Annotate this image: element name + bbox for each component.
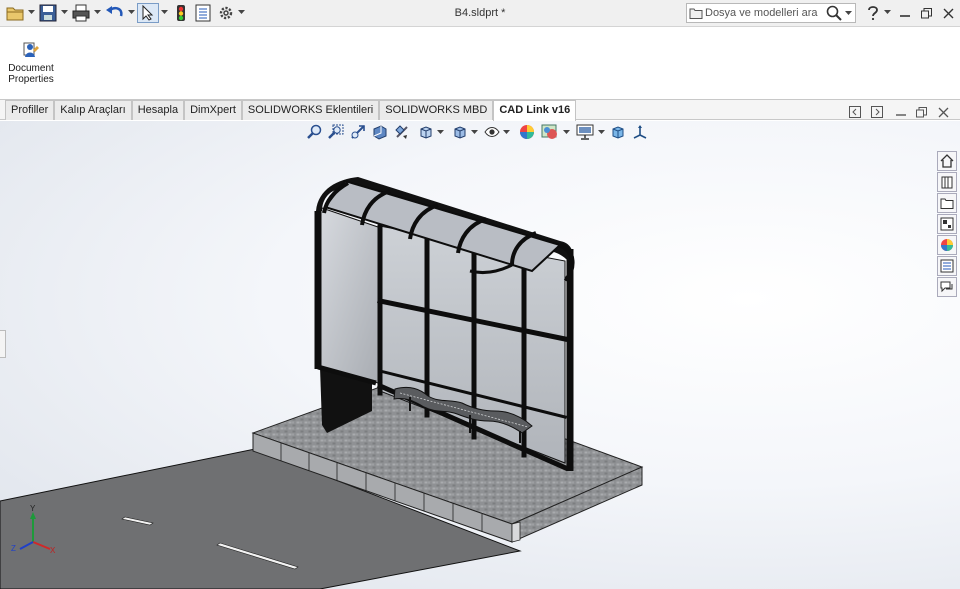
chevron-down-icon[interactable] — [884, 9, 891, 15]
new-document-icon[interactable] — [4, 3, 26, 23]
command-manager-tabs: Profiller Kalıp Araçları Hesapla DimXper… — [0, 100, 960, 121]
restore-window-icon[interactable] — [917, 4, 935, 22]
tile-right-icon[interactable] — [870, 105, 884, 119]
restore-document-icon[interactable] — [914, 105, 928, 119]
chevron-down-icon[interactable] — [28, 9, 35, 15]
print-icon[interactable] — [71, 3, 91, 23]
tab-kalip-araclari[interactable]: Kalıp Araçları — [54, 100, 132, 120]
chevron-down-icon[interactable] — [94, 9, 101, 15]
solidworks-resources-icon[interactable] — [937, 151, 957, 171]
help-icon[interactable] — [864, 4, 882, 22]
model-scene: Y X Z — [0, 177, 644, 589]
title-bar: B4.sldprt * — [0, 0, 960, 27]
undo-icon[interactable] — [104, 3, 126, 23]
tab-solidworks-eklentileri[interactable]: SOLIDWORKS Eklentileri — [241, 100, 380, 120]
axis-x-label: X — [50, 546, 56, 555]
solidworks-forum-icon[interactable] — [937, 277, 957, 297]
view-palette-icon[interactable] — [937, 214, 957, 234]
tab-profiller[interactable]: Profiller — [5, 100, 55, 120]
save-icon[interactable] — [38, 3, 58, 23]
axis-y-label: Y — [30, 504, 36, 513]
document-properties-button[interactable]: Document Properties — [4, 41, 58, 85]
document-properties-icon — [21, 41, 41, 59]
tile-left-icon[interactable] — [848, 105, 862, 119]
select-arrow-icon[interactable] — [137, 3, 159, 23]
search-box[interactable] — [686, 3, 856, 23]
appearances-scenes-icon[interactable] — [937, 235, 957, 255]
tab-dimxpert[interactable]: DimXpert — [184, 100, 242, 120]
chevron-down-icon[interactable] — [128, 9, 135, 15]
search-input[interactable] — [705, 7, 823, 19]
document-properties-label: Document Properties — [8, 63, 54, 85]
axis-z-label: Z — [11, 544, 16, 553]
command-manager-ribbon: Document Properties — [0, 27, 960, 100]
tab-solidworks-mbd[interactable]: SOLIDWORKS MBD — [379, 100, 494, 120]
close-icon[interactable] — [939, 4, 957, 22]
task-pane-tabs — [937, 151, 959, 298]
minimize-document-icon[interactable] — [894, 105, 908, 119]
search-icon[interactable] — [823, 5, 845, 21]
chevron-down-icon[interactable] — [61, 9, 68, 15]
folder-search-icon — [687, 7, 705, 19]
close-document-icon[interactable] — [936, 105, 950, 119]
rebuild-traffic-light-icon[interactable] — [172, 3, 190, 23]
file-properties-icon[interactable] — [194, 3, 212, 23]
feature-manager-toggle-handle[interactable] — [0, 330, 6, 358]
file-explorer-icon[interactable] — [937, 193, 957, 213]
chevron-down-icon[interactable] — [161, 9, 168, 15]
tab-cad-link[interactable]: CAD Link v16 — [493, 100, 577, 121]
minimize-icon[interactable] — [896, 4, 914, 22]
design-library-icon[interactable] — [937, 172, 957, 192]
custom-properties-icon[interactable] — [937, 256, 957, 276]
chevron-down-icon[interactable] — [238, 9, 245, 15]
graphics-area[interactable]: Y X Z — [0, 121, 960, 589]
options-gear-icon[interactable] — [216, 3, 236, 23]
chevron-down-icon[interactable] — [845, 10, 852, 16]
tab-hesapla[interactable]: Hesapla — [131, 100, 185, 120]
